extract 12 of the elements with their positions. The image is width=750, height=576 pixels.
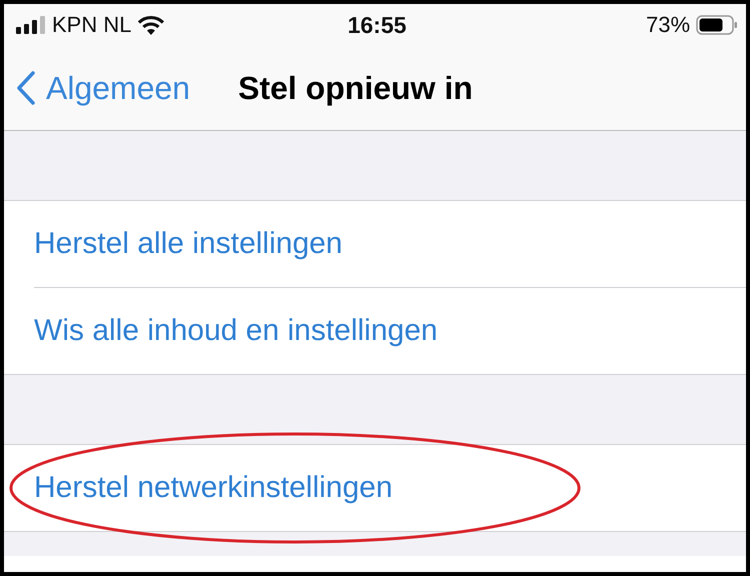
chevron-left-icon <box>16 71 36 105</box>
settings-item[interactable]: Wis alle inhoud en instellingen <box>34 314 438 348</box>
status-time: 16:55 <box>346 12 408 38</box>
back-button[interactable]: Algemeen <box>16 70 190 106</box>
battery-percentage: 73% <box>646 12 690 38</box>
battery-icon <box>696 15 738 35</box>
settings-item[interactable]: Herstel alle instellingen <box>34 227 342 261</box>
carrier-name: KPN NL <box>52 12 132 38</box>
page-title: Stel opnieuw in <box>238 70 473 106</box>
signal-icon <box>16 16 46 34</box>
settings-item[interactable]: Herstel netwerkinstellingen <box>34 471 393 505</box>
wifi-icon <box>137 15 166 35</box>
